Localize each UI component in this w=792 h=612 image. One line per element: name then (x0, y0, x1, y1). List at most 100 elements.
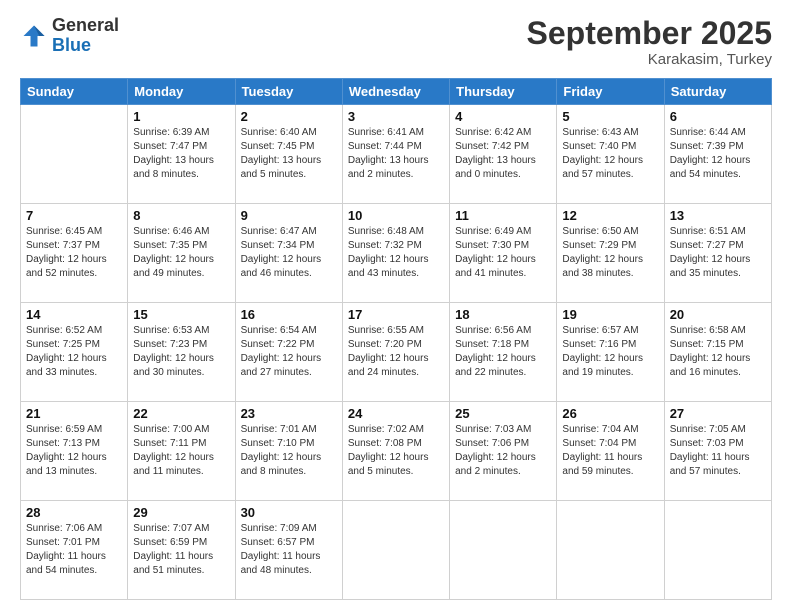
table-cell: 13 Sunrise: 6:51 AMSunset: 7:27 PMDayligh… (664, 204, 771, 303)
col-saturday: Saturday (664, 79, 771, 105)
table-cell (557, 501, 664, 600)
day-number: 1 (133, 109, 229, 124)
calendar-table: Sunday Monday Tuesday Wednesday Thursday… (20, 78, 772, 600)
table-cell (342, 501, 449, 600)
table-cell: 10 Sunrise: 6:48 AMSunset: 7:32 PMDayligh… (342, 204, 449, 303)
table-cell: 5 Sunrise: 6:43 AMSunset: 7:40 PMDaylight… (557, 105, 664, 204)
day-number: 4 (455, 109, 551, 124)
table-cell (21, 105, 128, 204)
table-cell: 21 Sunrise: 6:59 AMSunset: 7:13 PMDayligh… (21, 402, 128, 501)
day-info: Sunrise: 7:00 AMSunset: 7:11 PMDaylight:… (133, 423, 229, 479)
table-cell: 8Sunrise: 6:46 AMSunset: 7:35 PMDaylight… (128, 204, 235, 303)
day-number: 16 (241, 307, 337, 322)
day-info: Sunrise: 6:45 AMSunset: 7:37 PMDaylight:… (26, 225, 122, 281)
day-info: Sunrise: 6:51 AMSunset: 7:27 PMDaylight:… (670, 225, 766, 281)
table-cell: 20 Sunrise: 6:58 AMSunset: 7:15 PMDayligh… (664, 303, 771, 402)
logo: General Blue (20, 16, 119, 56)
table-cell: 9Sunrise: 6:47 AMSunset: 7:34 PMDaylight… (235, 204, 342, 303)
day-info: Sunrise: 7:06 AMSunset: 7:01 PMDaylight:… (26, 522, 122, 578)
calendar-header-row: Sunday Monday Tuesday Wednesday Thursday… (21, 79, 772, 105)
day-number: 20 (670, 307, 766, 322)
col-thursday: Thursday (450, 79, 557, 105)
day-info: Sunrise: 6:42 AMSunset: 7:42 PMDaylight:… (455, 126, 551, 182)
day-number: 21 (26, 406, 122, 421)
table-cell: 11 Sunrise: 6:49 AMSunset: 7:30 PMDayligh… (450, 204, 557, 303)
calendar-week-row: 1 Sunrise: 6:39 AMSunset: 7:47 PMDaylight… (21, 105, 772, 204)
day-number: 11 (455, 208, 551, 223)
table-cell (450, 501, 557, 600)
table-cell: 27 Sunrise: 7:05 AMSunset: 7:03 PMDayligh… (664, 402, 771, 501)
col-wednesday: Wednesday (342, 79, 449, 105)
table-cell: 4 Sunrise: 6:42 AMSunset: 7:42 PMDaylight… (450, 105, 557, 204)
table-cell: 26Sunrise: 7:04 AMSunset: 7:04 PMDayligh… (557, 402, 664, 501)
day-info: Sunrise: 6:44 AMSunset: 7:39 PMDaylight:… (670, 126, 766, 182)
table-cell: 7 Sunrise: 6:45 AMSunset: 7:37 PMDaylight… (21, 204, 128, 303)
table-cell: 1 Sunrise: 6:39 AMSunset: 7:47 PMDaylight… (128, 105, 235, 204)
table-cell: 18 Sunrise: 6:56 AMSunset: 7:18 PMDayligh… (450, 303, 557, 402)
day-info: Sunrise: 6:53 AMSunset: 7:23 PMDaylight:… (133, 324, 229, 380)
day-info: Sunrise: 7:07 AMSunset: 6:59 PMDaylight:… (133, 522, 229, 578)
day-number: 22 (133, 406, 229, 421)
table-cell: 30 Sunrise: 7:09 AMSunset: 6:57 PMDayligh… (235, 501, 342, 600)
table-cell: 17Sunrise: 6:55 AMSunset: 7:20 PMDayligh… (342, 303, 449, 402)
day-number: 3 (348, 109, 444, 124)
day-info: Sunrise: 6:56 AMSunset: 7:18 PMDaylight:… (455, 324, 551, 380)
day-number: 2 (241, 109, 337, 124)
day-number: 29 (133, 505, 229, 520)
col-friday: Friday (557, 79, 664, 105)
day-info: Sunrise: 6:50 AMSunset: 7:29 PMDaylight:… (562, 225, 658, 281)
day-number: 12 (562, 208, 658, 223)
table-cell: 6 Sunrise: 6:44 AMSunset: 7:39 PMDaylight… (664, 105, 771, 204)
table-cell: 24Sunrise: 7:02 AMSunset: 7:08 PMDayligh… (342, 402, 449, 501)
day-number: 30 (241, 505, 337, 520)
day-number: 25 (455, 406, 551, 421)
table-cell: 14Sunrise: 6:52 AMSunset: 7:25 PMDayligh… (21, 303, 128, 402)
page: General Blue September 2025 Karakasim, T… (0, 0, 792, 612)
day-info: Sunrise: 7:01 AMSunset: 7:10 PMDaylight:… (241, 423, 337, 479)
day-number: 8 (133, 208, 229, 223)
location-subtitle: Karakasim, Turkey (527, 51, 772, 68)
logo-icon (20, 22, 48, 50)
day-info: Sunrise: 6:59 AMSunset: 7:13 PMDaylight:… (26, 423, 122, 479)
day-number: 27 (670, 406, 766, 421)
logo-text: General Blue (52, 16, 119, 56)
col-tuesday: Tuesday (235, 79, 342, 105)
table-cell: 2Sunrise: 6:40 AMSunset: 7:45 PMDaylight… (235, 105, 342, 204)
day-info: Sunrise: 7:02 AMSunset: 7:08 PMDaylight:… (348, 423, 444, 479)
day-number: 10 (348, 208, 444, 223)
table-cell: 22 Sunrise: 7:00 AMSunset: 7:11 PMDayligh… (128, 402, 235, 501)
day-info: Sunrise: 6:43 AMSunset: 7:40 PMDaylight:… (562, 126, 658, 182)
title-block: September 2025 Karakasim, Turkey (527, 16, 772, 68)
day-number: 19 (562, 307, 658, 322)
day-info: Sunrise: 7:05 AMSunset: 7:03 PMDaylight:… (670, 423, 766, 479)
table-cell: 15Sunrise: 6:53 AMSunset: 7:23 PMDayligh… (128, 303, 235, 402)
table-cell: 28 Sunrise: 7:06 AMSunset: 7:01 PMDayligh… (21, 501, 128, 600)
col-monday: Monday (128, 79, 235, 105)
day-info: Sunrise: 6:57 AMSunset: 7:16 PMDaylight:… (562, 324, 658, 380)
day-number: 13 (670, 208, 766, 223)
day-info: Sunrise: 6:54 AMSunset: 7:22 PMDaylight:… (241, 324, 337, 380)
day-info: Sunrise: 6:49 AMSunset: 7:30 PMDaylight:… (455, 225, 551, 281)
day-number: 28 (26, 505, 122, 520)
table-cell: 3Sunrise: 6:41 AMSunset: 7:44 PMDaylight… (342, 105, 449, 204)
table-cell: 29 Sunrise: 7:07 AMSunset: 6:59 PMDayligh… (128, 501, 235, 600)
day-info: Sunrise: 6:55 AMSunset: 7:20 PMDaylight:… (348, 324, 444, 380)
day-number: 26 (562, 406, 658, 421)
day-info: Sunrise: 7:09 AMSunset: 6:57 PMDaylight:… (241, 522, 337, 578)
day-number: 18 (455, 307, 551, 322)
col-sunday: Sunday (21, 79, 128, 105)
day-number: 23 (241, 406, 337, 421)
day-info: Sunrise: 6:52 AMSunset: 7:25 PMDaylight:… (26, 324, 122, 380)
day-number: 6 (670, 109, 766, 124)
day-info: Sunrise: 6:58 AMSunset: 7:15 PMDaylight:… (670, 324, 766, 380)
day-number: 5 (562, 109, 658, 124)
day-info: Sunrise: 6:39 AMSunset: 7:47 PMDaylight:… (133, 126, 229, 182)
day-info: Sunrise: 6:48 AMSunset: 7:32 PMDaylight:… (348, 225, 444, 281)
table-cell: 19 Sunrise: 6:57 AMSunset: 7:16 PMDayligh… (557, 303, 664, 402)
calendar-week-row: 14Sunrise: 6:52 AMSunset: 7:25 PMDayligh… (21, 303, 772, 402)
header: General Blue September 2025 Karakasim, T… (20, 16, 772, 68)
table-cell: 16 Sunrise: 6:54 AMSunset: 7:22 PMDayligh… (235, 303, 342, 402)
day-number: 7 (26, 208, 122, 223)
day-info: Sunrise: 7:03 AMSunset: 7:06 PMDaylight:… (455, 423, 551, 479)
table-cell (664, 501, 771, 600)
